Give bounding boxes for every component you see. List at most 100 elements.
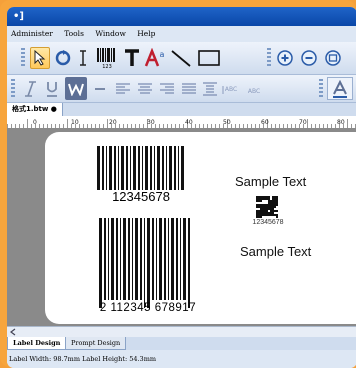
- qr-module: [256, 206, 258, 208]
- barcode-bar: [104, 218, 106, 300]
- barcode-icon: 123: [97, 48, 115, 69]
- line-tool-button[interactable]: [169, 46, 193, 70]
- qr-module: [264, 208, 266, 210]
- barcode-bar: [147, 218, 150, 308]
- barcode-ean13[interactable]: [99, 218, 191, 308]
- qr-module: [268, 206, 270, 208]
- text-cursor-button[interactable]: [75, 47, 91, 69]
- menu-window[interactable]: Window: [95, 29, 126, 38]
- ruler-tick-label: 10: [71, 119, 79, 126]
- distribute-icon: [203, 82, 217, 96]
- barcode-ean8[interactable]: [97, 146, 185, 190]
- barcode-bar: [178, 146, 179, 190]
- barcode-bar: [157, 146, 160, 190]
- ruler-tick-label: 30: [147, 119, 155, 126]
- text-tool-button[interactable]: [122, 46, 142, 70]
- font-color-button[interactable]: [327, 77, 353, 100]
- qr-module: [274, 198, 276, 200]
- barcode-tool-button[interactable]: 123: [95, 46, 119, 70]
- qr-module: [270, 206, 272, 208]
- word-wrap-button[interactable]: [65, 77, 87, 100]
- underline-button[interactable]: [43, 78, 61, 100]
- app-window: •] Administer Tools Window Help 123 a AB…: [7, 7, 356, 368]
- sample-text-1[interactable]: Sample Text: [235, 174, 306, 189]
- qr-module: [272, 206, 274, 208]
- barcode-bar: [174, 146, 176, 190]
- qr-module: [272, 196, 274, 198]
- toolbar-grip[interactable]: [319, 79, 323, 99]
- ruler-tick-label: 40: [185, 119, 193, 126]
- barcode-bar: [123, 218, 126, 300]
- italic-button[interactable]: [21, 78, 39, 100]
- zoom-out-button[interactable]: [299, 48, 321, 70]
- menu-administer[interactable]: Administer: [11, 29, 53, 38]
- abc-down-icon: ABC: [248, 88, 260, 95]
- align-left-button[interactable]: [113, 78, 133, 100]
- svg-text:ABC: ABC: [248, 88, 260, 95]
- rotate-button[interactable]: [53, 47, 73, 69]
- toolbar-grip[interactable]: [11, 79, 15, 99]
- barcode-bar: [114, 146, 116, 190]
- barcode-bar: [168, 218, 169, 300]
- qr-code[interactable]: [256, 196, 278, 218]
- text-curve-button[interactable]: ABC: [243, 78, 265, 100]
- qr-module: [256, 200, 258, 202]
- label-page[interactable]: 12345678 2 112345 678917 Sample Text 123…: [45, 132, 356, 324]
- justify-button[interactable]: [179, 78, 199, 100]
- select-pointer-button[interactable]: [30, 47, 50, 69]
- qr-module: [268, 214, 270, 216]
- qr-module: [262, 212, 264, 214]
- sample-text-2[interactable]: Sample Text: [240, 244, 311, 259]
- qr-module: [270, 202, 272, 204]
- qr-module: [276, 210, 278, 212]
- qr-module: [274, 196, 276, 198]
- text-direction-button[interactable]: ABC: [221, 78, 241, 100]
- barcode-bar: [169, 146, 172, 190]
- qr-module: [260, 196, 262, 198]
- barcode-bar: [133, 146, 136, 190]
- qr-module: [276, 214, 278, 216]
- distribute-button[interactable]: [201, 78, 219, 100]
- qr-module: [276, 200, 278, 202]
- qr-module: [264, 196, 266, 198]
- bottom-tab-bar: Label Design Prompt Design: [7, 337, 356, 350]
- dash-icon: [95, 88, 105, 90]
- ruler-tick-label: 60: [261, 119, 269, 126]
- qr-module: [272, 212, 274, 214]
- menu-help[interactable]: Help: [137, 29, 155, 38]
- strikethrough-button[interactable]: [91, 78, 109, 100]
- zoom-fit-button[interactable]: [323, 48, 345, 70]
- document-tab-bar: 格式1.btw ●: [7, 103, 356, 116]
- qr-module: [264, 206, 266, 208]
- qr-module: [274, 200, 276, 202]
- rich-text-button[interactable]: a: [144, 46, 166, 70]
- scroll-left-arrow-icon[interactable]: [8, 327, 18, 337]
- barcode-bar: [111, 218, 114, 300]
- qr-module: [276, 216, 278, 218]
- qr-module: [270, 210, 272, 212]
- qr-module: [274, 206, 276, 208]
- align-right-button[interactable]: [157, 78, 177, 100]
- toolbar-grip[interactable]: [267, 48, 271, 68]
- align-center-button[interactable]: [135, 78, 155, 100]
- barcode-bar: [181, 146, 184, 190]
- qr-module: [260, 216, 262, 218]
- tab-label-design[interactable]: Label Design: [7, 337, 67, 350]
- zoom-in-button[interactable]: [275, 48, 297, 70]
- menu-tools[interactable]: Tools: [64, 29, 84, 38]
- qr-module: [258, 204, 260, 206]
- rectangle-tool-button[interactable]: [195, 46, 223, 70]
- qr-module: [266, 208, 268, 210]
- qr-module: [276, 198, 278, 200]
- barcode-bar: [188, 218, 190, 308]
- barcode-bar: [145, 146, 148, 190]
- barcode-ean8-text: 12345678: [112, 189, 170, 204]
- document-tab[interactable]: 格式1.btw ●: [7, 103, 63, 116]
- qr-module: [258, 214, 260, 216]
- design-canvas[interactable]: 12345678 2 112345 678917 Sample Text 123…: [7, 128, 356, 326]
- tab-prompt-design[interactable]: Prompt Design: [65, 337, 127, 350]
- qr-module: [256, 196, 258, 198]
- toolbar-grip[interactable]: [21, 48, 25, 68]
- rotate-icon: [55, 50, 71, 66]
- qr-module: [258, 212, 260, 214]
